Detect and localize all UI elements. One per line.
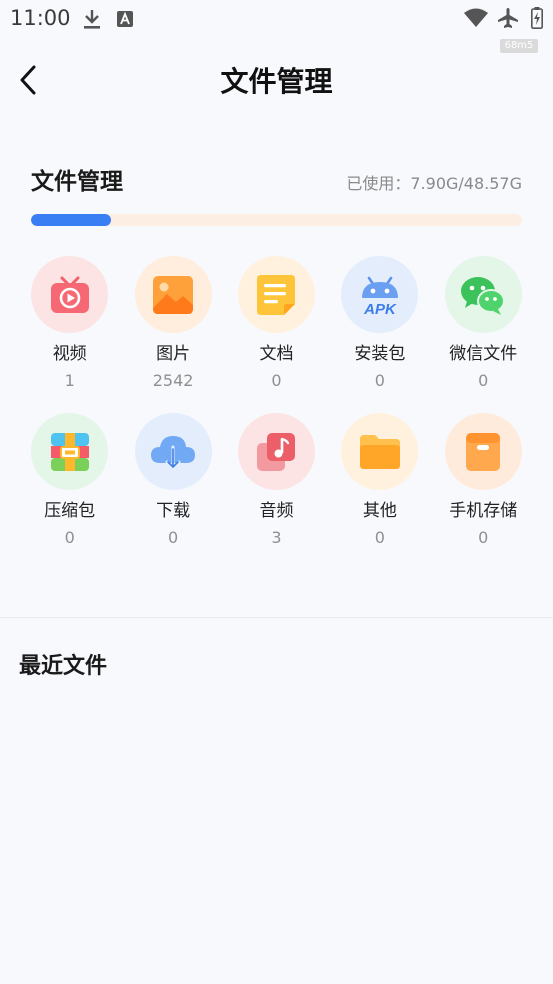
airplane-mode-icon [498, 8, 518, 28]
apk-text: APK [363, 301, 397, 318]
status-bar: 11:00 68m5 [0, 0, 553, 53]
category-label: 文档 [259, 344, 294, 364]
video-icon [31, 256, 109, 333]
category-count: 0 [271, 371, 282, 390]
android-apk-icon: APK [341, 256, 419, 333]
category-apk[interactable]: APK 安装包 0 [328, 256, 431, 391]
category-audio[interactable]: 音频 3 [225, 413, 328, 548]
document-icon [237, 256, 315, 333]
category-label: 其他 [362, 501, 397, 521]
category-label: 压缩包 [44, 501, 96, 521]
category-phone-storage[interactable]: 手机存储 0 [432, 413, 535, 548]
category-archives[interactable]: 压缩包 0 [18, 413, 121, 548]
storage-progress-fill [31, 214, 111, 226]
category-label: 下载 [156, 501, 191, 521]
cloud-download-icon [134, 413, 212, 490]
network-speed-badge: 68m5 [500, 39, 538, 53]
wifi-icon [464, 8, 488, 27]
page-title: 文件管理 [220, 65, 333, 98]
category-wechat[interactable]: 微信文件 0 [432, 256, 535, 391]
category-count: 0 [167, 528, 179, 547]
category-other[interactable]: 其他 0 [328, 413, 431, 548]
category-video[interactable]: 视频 1 [18, 256, 121, 391]
category-downloads[interactable]: 下载 0 [121, 413, 224, 548]
category-label: 音频 [259, 501, 294, 521]
category-count: 1 [64, 371, 75, 390]
battery-charging-icon [531, 7, 543, 29]
category-label: 微信文件 [449, 344, 518, 364]
category-count: 0 [374, 371, 385, 390]
category-count: 0 [478, 528, 489, 547]
category-label: 视频 [52, 344, 87, 364]
image-icon [134, 256, 212, 333]
folder-icon [341, 413, 419, 490]
category-count: 3 [271, 528, 282, 547]
section-divider [0, 617, 553, 618]
category-label: 安装包 [354, 344, 406, 364]
category-count: 0 [374, 528, 385, 547]
music-icon [237, 413, 315, 490]
status-time: 11:00 [10, 6, 71, 30]
storage-usage-text: 已使用：7.90G/48.57G [346, 174, 522, 193]
category-documents[interactable]: 文档 0 [225, 256, 328, 391]
storage-progress-bar [31, 214, 522, 226]
category-label: 手机存储 [449, 501, 518, 521]
storage-section-title: 文件管理 [31, 169, 123, 195]
category-label: 图片 [156, 344, 191, 364]
category-images[interactable]: 图片 2542 [121, 256, 224, 391]
wechat-icon [444, 256, 522, 333]
text-app-icon [117, 11, 133, 27]
category-count: 0 [64, 528, 75, 547]
category-grid: 视频 1 图片 2542 文档 0 APK 安装包 0 微信文件 0 压缩包 0… [18, 256, 535, 548]
storage-card-icon [444, 413, 522, 490]
archive-icon [31, 413, 109, 490]
category-count: 0 [478, 371, 489, 390]
recent-files-title: 最近文件 [19, 654, 108, 679]
download-icon [84, 10, 100, 29]
category-count: 2542 [152, 371, 194, 390]
